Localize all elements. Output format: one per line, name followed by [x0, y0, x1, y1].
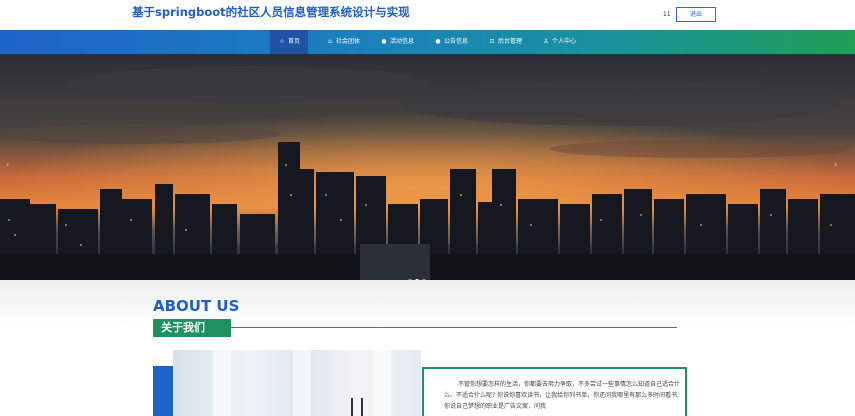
nav-item-admin[interactable]: ⊡ 后台管理: [480, 30, 530, 54]
main-nav: ☆ 首页 ⌂ 社会团体 ● 活动信息 ● 公告信息 ⊡ 后台管理 ♙ 个人中心: [0, 30, 855, 54]
username-label: 11: [663, 11, 671, 18]
nav-label: 公告信息: [444, 38, 469, 45]
chevron-left-icon[interactable]: ‹: [6, 160, 9, 169]
nav-label: 社会团体: [336, 38, 361, 45]
divider: [231, 327, 677, 328]
window-light: [293, 350, 311, 416]
star-icon: ☆: [279, 38, 285, 45]
window-light: [373, 350, 391, 416]
nav-label: 后台管理: [498, 38, 523, 45]
about-heading-en: ABOUT US: [153, 297, 240, 315]
nav-item-profile[interactable]: ♙ 个人中心: [534, 30, 584, 54]
site-title: 基于springboot的社区人员信息管理系统设计与实现: [132, 5, 410, 19]
logout-button[interactable]: 退出: [676, 7, 716, 22]
photo-accent-bar: [153, 366, 173, 416]
nav-item-home[interactable]: ☆ 首页: [270, 30, 309, 54]
city-skyline-image: [0, 54, 855, 280]
top-header: 基于springboot的社区人员信息管理系统设计与实现 11 退出: [0, 0, 855, 30]
dashboard-icon: ⊡: [489, 38, 495, 45]
nav-label: 首页: [288, 38, 301, 45]
home-icon: ⌂: [328, 38, 332, 45]
about-body-text: 不管你想要怎样的生活，你都要去努力争取，不多尝试一些事情怎么知道自己适合什么、不…: [444, 381, 681, 410]
nav-item-activities[interactable]: ● 活动信息: [372, 30, 422, 54]
window-light: [213, 350, 231, 416]
nav-item-social-groups[interactable]: ⌂ 社会团体: [318, 30, 368, 54]
nav-label: 活动信息: [390, 38, 415, 45]
about-section: ABOUT US 关于我们 不管你想要怎样的生活，你都要去努力争取，不多尝试一些…: [0, 280, 855, 416]
chair-silhouette: [351, 398, 363, 416]
about-heading-cn: 关于我们: [153, 319, 231, 337]
about-text-box: 不管你想要怎样的生活，你都要去努力争取，不多尝试一些事情怎么知道自己适合什么、不…: [422, 367, 687, 416]
circle-icon: ●: [381, 38, 387, 45]
person-icon: ♙: [543, 38, 549, 45]
about-photo: [153, 350, 421, 416]
office-image: [173, 350, 421, 416]
hero-carousel[interactable]: ‹ ›: [0, 54, 855, 280]
chevron-right-icon[interactable]: ›: [834, 160, 837, 169]
nav-label: 个人中心: [552, 38, 577, 45]
nav-item-announcements[interactable]: ● 公告信息: [426, 30, 476, 54]
circle-icon: ●: [435, 38, 441, 45]
